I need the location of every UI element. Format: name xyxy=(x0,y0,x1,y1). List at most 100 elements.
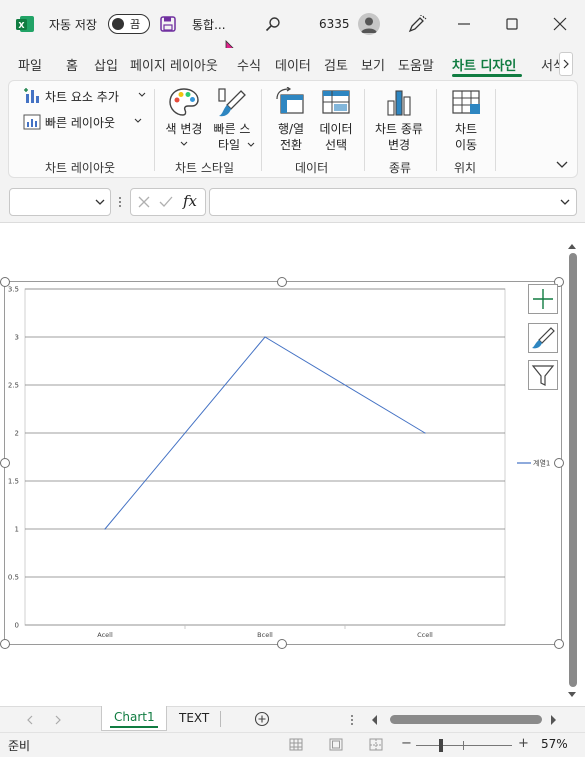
enter-check-icon[interactable] xyxy=(159,195,173,209)
resize-handle-top-left[interactable] xyxy=(0,277,10,287)
autosave-toggle[interactable]: 끔 xyxy=(108,14,150,34)
quick-layout-button[interactable]: 빠른 레이아웃 xyxy=(23,112,142,132)
toggle-state: 끔 xyxy=(130,18,141,31)
y-tick-label: 0 xyxy=(15,622,19,630)
maximize-button[interactable] xyxy=(503,16,521,32)
vertical-scrollbar-thumb[interactable] xyxy=(569,253,577,687)
x-axis-ticks: Acell Bcell Ccell xyxy=(97,625,433,639)
zoom-out-button[interactable]: − xyxy=(401,736,412,751)
formula-input[interactable] xyxy=(209,188,577,216)
add-chart-element-label: 차트 요소 추가 xyxy=(45,90,119,104)
tab-data[interactable]: 데이터 xyxy=(275,55,311,74)
vertical-dots-icon xyxy=(118,196,122,208)
sheet-tab-text[interactable]: TEXT xyxy=(179,711,209,725)
zoom-level[interactable]: 57% xyxy=(541,737,568,751)
tab-help[interactable]: 도움말 xyxy=(398,55,434,74)
add-sheet-button[interactable] xyxy=(254,711,270,727)
zoom-in-button[interactable]: + xyxy=(518,736,529,751)
cancel-icon[interactable] xyxy=(137,195,151,209)
tab-insert[interactable]: 삽입 xyxy=(94,55,118,74)
switch-row-column-button[interactable]: 행/열 전환 xyxy=(270,85,312,153)
status-bar: 준비 − + 57% xyxy=(0,732,585,757)
move-chart-label-line1: 차트 xyxy=(454,122,478,136)
chevron-down-icon xyxy=(95,199,105,205)
scroll-up-arrow-icon[interactable] xyxy=(567,242,577,250)
group-separator xyxy=(436,89,437,171)
change-chart-type-button[interactable]: 차트 종류 변경 xyxy=(371,85,427,153)
chart-styles-button[interactable] xyxy=(528,323,558,353)
title-bar: X 자동 저장 끔 통합... 6335 xyxy=(0,0,585,58)
name-box[interactable] xyxy=(9,188,111,216)
page-break-view-icon[interactable] xyxy=(369,738,383,751)
tab-scroll-right-icon[interactable] xyxy=(54,715,62,725)
plot-area-border xyxy=(24,288,506,626)
insert-function-icon[interactable]: fx xyxy=(183,192,197,210)
tab-scroll-left-icon[interactable] xyxy=(26,715,34,725)
sheet-tab-chart1[interactable]: Chart1 xyxy=(101,706,167,731)
designer-pen-icon[interactable] xyxy=(407,14,427,34)
minimize-button[interactable] xyxy=(455,16,473,32)
tab-home[interactable]: 홈 xyxy=(66,55,78,74)
tab-file[interactable]: 파일 xyxy=(18,55,42,74)
select-data-button[interactable]: 데이터 선택 xyxy=(315,85,357,153)
move-chart-icon xyxy=(452,90,480,114)
tab-chart-design[interactable]: 차트 디자인 xyxy=(452,55,516,74)
change-chart-type-label-line1: 차트 종류 xyxy=(375,122,423,136)
collapse-ribbon-button[interactable] xyxy=(555,159,569,171)
x-tick-label: Acell xyxy=(97,631,113,639)
change-chart-type-label-line2: 변경 xyxy=(387,138,411,152)
horizontal-scrollbar-thumb[interactable] xyxy=(390,715,542,724)
active-tab-indicator xyxy=(452,74,522,77)
file-name[interactable]: 통합... xyxy=(192,16,226,33)
palette-icon xyxy=(169,88,199,116)
quick-styles-button[interactable]: 빠른 스 타일 xyxy=(207,85,257,153)
close-button[interactable] xyxy=(551,16,569,32)
search-icon[interactable] xyxy=(265,16,281,32)
sheet-tab-label: Chart1 xyxy=(114,710,155,724)
change-colors-label: 색 변경 xyxy=(165,122,203,136)
quick-layout-icon xyxy=(23,114,41,130)
y-tick-label: 0.5 xyxy=(8,574,19,582)
select-data-label-line1: 데이터 xyxy=(319,122,353,136)
tab-view[interactable]: 보기 xyxy=(361,55,385,74)
scroll-down-arrow-icon[interactable] xyxy=(567,691,577,699)
resize-handle-middle-right[interactable] xyxy=(554,458,564,468)
tab-formulas[interactable]: 수식 xyxy=(237,55,261,74)
resize-handle-bottom-left[interactable] xyxy=(0,639,10,649)
avatar-icon[interactable] xyxy=(358,13,380,35)
page-layout-view-icon[interactable] xyxy=(329,738,343,751)
chart-area[interactable]: 0 0.5 1 1.5 2 2.5 3 3.5 Acell Bcell Ccell 계열1 xyxy=(4,281,562,645)
tab-review[interactable]: 검토 xyxy=(324,55,348,74)
normal-view-icon[interactable] xyxy=(289,738,303,751)
chevron-down-icon xyxy=(247,142,255,147)
chevron-down-icon[interactable] xyxy=(560,199,570,206)
save-icon[interactable] xyxy=(160,16,176,32)
chart-filters-button[interactable] xyxy=(528,360,558,390)
resize-handle-top-middle[interactable] xyxy=(277,277,287,287)
move-chart-button[interactable]: 차트 이동 xyxy=(445,85,487,153)
change-colors-button[interactable]: 색 변경 xyxy=(161,85,207,147)
resize-handle-bottom-middle[interactable] xyxy=(277,639,287,649)
resize-handle-bottom-right[interactable] xyxy=(554,639,564,649)
zoom-slider-center-mark xyxy=(463,741,464,750)
tabs-scroll-right-button[interactable] xyxy=(559,52,573,76)
add-chart-element-icon xyxy=(24,88,39,103)
paintbrush-icon xyxy=(218,88,246,117)
zoom-slider-thumb[interactable] xyxy=(439,739,443,752)
select-data-label-line2: 선택 xyxy=(324,138,348,152)
switch-row-column-label-line1: 행/열 xyxy=(277,122,305,136)
chart-elements-button[interactable] xyxy=(528,284,558,314)
group-label-data: 데이터 xyxy=(295,161,329,175)
resize-handle-middle-left[interactable] xyxy=(0,458,10,468)
zoom-slider-track[interactable] xyxy=(416,745,512,746)
add-chart-element-button[interactable]: 차트 요소 추가 xyxy=(23,86,146,106)
tab-page-layout[interactable]: 페이지 레이아웃 xyxy=(130,55,218,74)
x-tick-label: Ccell xyxy=(417,631,433,639)
toggle-knob xyxy=(112,18,124,30)
chevron-down-icon xyxy=(138,92,146,97)
hscroll-right-arrow-icon[interactable] xyxy=(550,714,558,726)
group-separator xyxy=(495,89,496,171)
group-separator xyxy=(364,89,365,171)
sheet-tab-bar: Chart1 TEXT xyxy=(0,706,585,733)
hscroll-left-arrow-icon[interactable] xyxy=(370,714,378,726)
